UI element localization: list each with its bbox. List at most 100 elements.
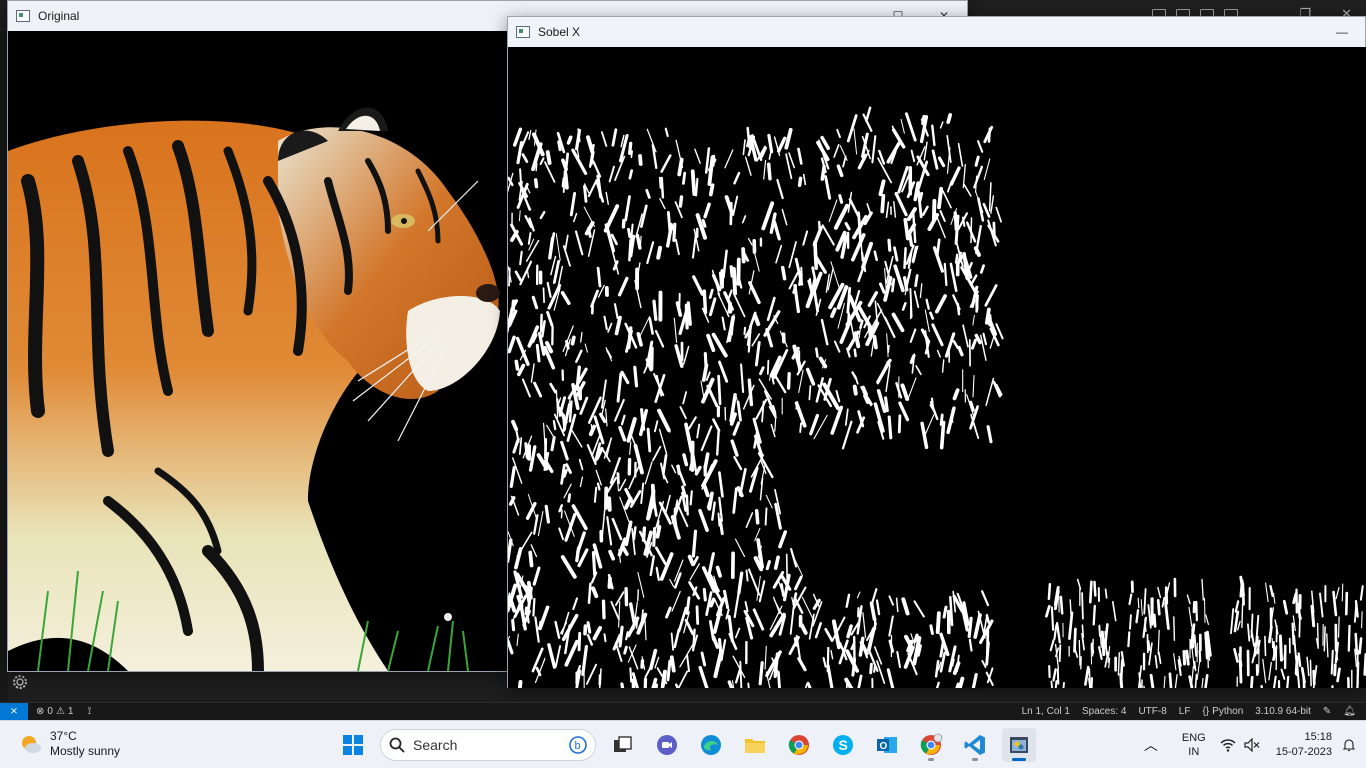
remote-indicator-icon[interactable]: ⨯ bbox=[0, 702, 28, 721]
grass-edge-stroke bbox=[1129, 614, 1132, 630]
manage-gear-icon[interactable] bbox=[8, 670, 32, 694]
edge-stroke bbox=[607, 576, 612, 589]
edge-stroke bbox=[542, 287, 545, 304]
edge-stroke bbox=[764, 507, 768, 526]
edge-stroke bbox=[921, 114, 927, 126]
edge-stroke bbox=[709, 597, 716, 608]
skype-button[interactable]: S bbox=[826, 728, 860, 762]
svg-text:b: b bbox=[575, 740, 581, 752]
edge-stroke bbox=[992, 221, 996, 239]
edge-stroke bbox=[525, 610, 530, 624]
edge-stroke bbox=[591, 550, 597, 577]
grass-edge-stroke bbox=[1250, 675, 1254, 688]
edge-stroke bbox=[528, 550, 534, 568]
grass-edge-stroke bbox=[1090, 677, 1094, 688]
python-button[interactable] bbox=[1002, 728, 1036, 762]
start-button[interactable] bbox=[336, 728, 370, 762]
language-indicator[interactable]: ENG IN bbox=[1182, 731, 1206, 759]
weather-widget[interactable]: 37°C Mostly sunny bbox=[18, 729, 120, 759]
edge-stroke bbox=[718, 518, 724, 536]
edge-stroke bbox=[562, 170, 566, 194]
indentation[interactable]: Spaces: 4 bbox=[1082, 706, 1126, 717]
edge-stroke bbox=[593, 486, 598, 503]
edge-stroke bbox=[846, 312, 850, 329]
grass-edge-stroke bbox=[1354, 600, 1359, 618]
grass-edge-stroke bbox=[1241, 582, 1245, 606]
notification-bell-icon[interactable] bbox=[1342, 738, 1356, 752]
edge-stroke bbox=[846, 286, 852, 314]
edge-stroke bbox=[771, 405, 777, 415]
grass-edge-stroke bbox=[1182, 650, 1186, 666]
problems-status[interactable]: ⊗ 0 ⚠ 1 bbox=[36, 706, 73, 717]
edge-stroke bbox=[596, 482, 601, 491]
edge-stroke bbox=[550, 435, 556, 452]
edge-stroke bbox=[666, 659, 672, 682]
meet-now-button[interactable] bbox=[650, 728, 684, 762]
edge-stroke bbox=[638, 154, 643, 166]
chrome-profile-button[interactable] bbox=[914, 728, 948, 762]
edge-stroke bbox=[729, 265, 734, 278]
edge-stroke bbox=[852, 384, 858, 396]
edge-stroke bbox=[627, 227, 632, 239]
sobel-window-titlebar[interactable]: Sobel X — bbox=[508, 17, 1365, 47]
edge-stroke bbox=[743, 326, 746, 336]
edge-stroke bbox=[887, 238, 892, 252]
edge-stroke bbox=[718, 271, 723, 287]
outlook-button[interactable]: O bbox=[870, 728, 904, 762]
file-explorer-button[interactable] bbox=[738, 728, 772, 762]
edge-stroke bbox=[652, 299, 658, 321]
python-window-icon bbox=[1010, 737, 1028, 753]
clock[interactable]: 15:18 15-07-2023 bbox=[1276, 730, 1332, 760]
grass-edge-stroke bbox=[1119, 672, 1124, 688]
weather-temp: 37°C bbox=[50, 729, 77, 743]
language-mode[interactable]: {} Python bbox=[1202, 706, 1243, 717]
quick-settings[interactable] bbox=[1220, 738, 1260, 752]
ports-icon[interactable]: ⟟ bbox=[87, 706, 91, 717]
grass-edge-stroke bbox=[1312, 669, 1316, 686]
task-view-button[interactable] bbox=[606, 728, 640, 762]
edge-stroke bbox=[631, 678, 636, 688]
opencv-window-icon bbox=[16, 10, 30, 22]
edge-stroke bbox=[567, 493, 572, 503]
region-code: IN bbox=[1188, 746, 1200, 758]
feedback-icon[interactable]: ✎ bbox=[1323, 706, 1331, 717]
grass-edge-stroke bbox=[1093, 580, 1097, 597]
edge-stroke bbox=[672, 222, 677, 242]
edge-stroke bbox=[621, 218, 626, 229]
python-interpreter[interactable]: 3.10.9 64-bit bbox=[1255, 706, 1311, 717]
edge-stroke bbox=[909, 288, 913, 318]
skype-icon: S bbox=[833, 735, 853, 755]
chevron-up-icon[interactable]: ︿ bbox=[1144, 735, 1158, 755]
grass-edge-stroke bbox=[1152, 613, 1157, 628]
end-of-line[interactable]: LF bbox=[1179, 706, 1191, 717]
edge-button[interactable] bbox=[694, 728, 728, 762]
edge-stroke bbox=[903, 217, 910, 241]
sobel-x-window[interactable]: Sobel X — bbox=[507, 16, 1366, 688]
edge-stroke bbox=[706, 500, 711, 509]
weather-condition: Mostly sunny bbox=[50, 744, 121, 758]
notifications-bell-icon[interactable]: 🔔︎ bbox=[1343, 706, 1356, 717]
meet-camera-icon bbox=[657, 735, 677, 755]
edge-stroke bbox=[887, 344, 890, 354]
cursor-position[interactable]: Ln 1, Col 1 bbox=[1022, 706, 1070, 717]
grass-edge-stroke bbox=[1058, 644, 1062, 663]
taskbar-search[interactable]: Search b bbox=[380, 729, 596, 761]
edge-stroke bbox=[903, 246, 907, 270]
chrome-button[interactable] bbox=[782, 728, 816, 762]
edge-stroke bbox=[973, 246, 981, 257]
minimize-icon[interactable]: — bbox=[1319, 17, 1365, 47]
edge-stroke bbox=[975, 294, 979, 313]
encoding[interactable]: UTF-8 bbox=[1138, 706, 1166, 717]
edge-stroke bbox=[765, 560, 771, 571]
edge-stroke bbox=[758, 661, 764, 686]
edge-stroke bbox=[967, 616, 973, 639]
grass-edge-stroke bbox=[1104, 588, 1108, 599]
grass-edge-stroke bbox=[1278, 634, 1283, 662]
bing-icon: b bbox=[569, 736, 587, 754]
edge-stroke bbox=[685, 596, 691, 615]
edge-stroke bbox=[799, 422, 803, 433]
grass-edge-stroke bbox=[1344, 591, 1349, 616]
edge-stroke bbox=[635, 618, 639, 629]
edge-stroke bbox=[939, 420, 946, 450]
vscode-button[interactable] bbox=[958, 728, 992, 762]
